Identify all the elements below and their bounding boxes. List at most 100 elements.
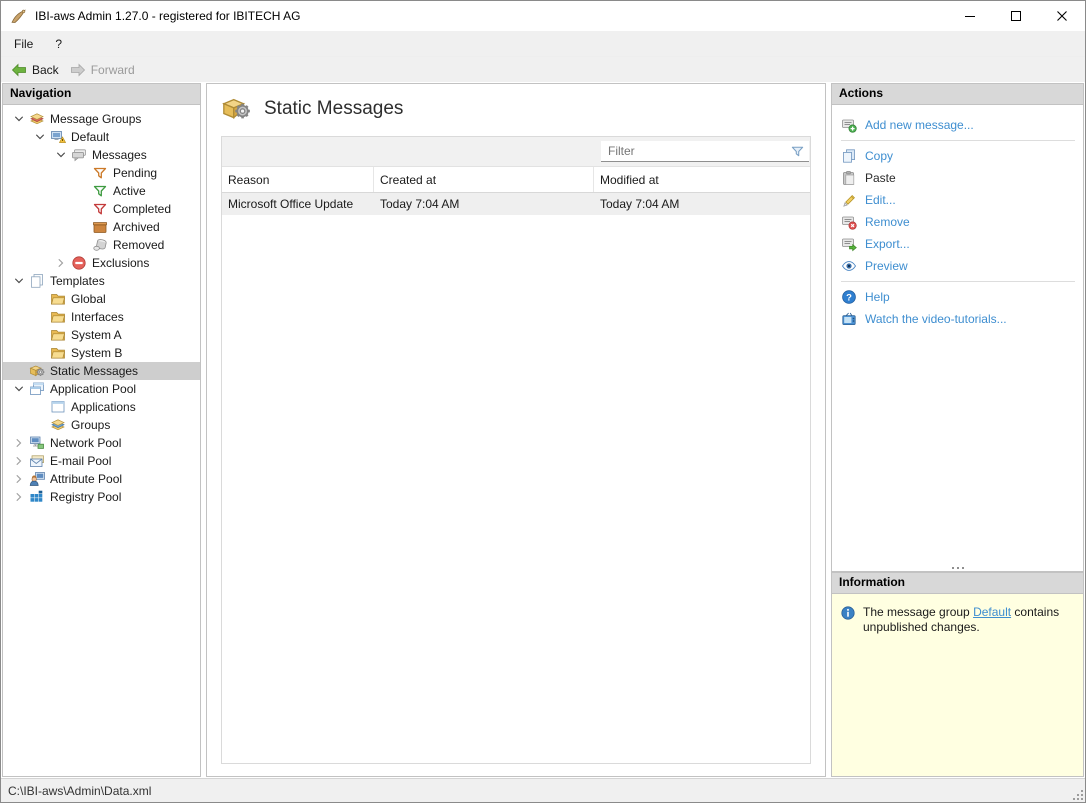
tree-item-global[interactable]: Global <box>3 290 200 308</box>
tree-item-label: Removed <box>113 238 164 252</box>
chevron-right-icon[interactable] <box>9 489 29 505</box>
tree-item-label: System A <box>71 328 122 342</box>
resize-grip[interactable] <box>1071 788 1085 802</box>
menu-help[interactable]: ? <box>46 34 71 54</box>
tree-item-label: Application Pool <box>50 382 136 396</box>
actions-panel-header: Actions <box>832 84 1083 105</box>
tree-item-message-groups[interactable]: Message Groups <box>3 110 200 128</box>
chevron-right-icon[interactable] <box>9 435 29 451</box>
tree-item-label: Attribute Pool <box>50 472 122 486</box>
tree-item-label: Message Groups <box>50 112 141 126</box>
panel-splitter-handle[interactable] <box>832 567 1083 569</box>
tree-item-active[interactable]: Active <box>3 182 200 200</box>
tree-item-completed[interactable]: Completed <box>3 200 200 218</box>
tree-item-label: Archived <box>113 220 160 234</box>
column-header-modified-at[interactable]: Modified at <box>594 167 810 192</box>
action-label: Paste <box>865 171 896 185</box>
action-help[interactable]: ? Help <box>841 286 1083 308</box>
column-header-reason[interactable]: Reason <box>222 167 374 192</box>
actions-separator <box>841 281 1075 282</box>
filter-funnel-icon[interactable] <box>790 144 805 159</box>
funnel-active-icon <box>92 183 108 199</box>
action-paste[interactable]: Paste <box>841 167 1083 189</box>
action-label: Help <box>865 290 890 304</box>
filter-input[interactable]: Filter <box>601 141 809 162</box>
column-header-created-at[interactable]: Created at <box>374 167 594 192</box>
tree-item-registry-pool[interactable]: Registry Pool <box>3 488 200 506</box>
archived-icon <box>92 219 108 235</box>
tree-item-label: Registry Pool <box>50 490 121 504</box>
paste-icon <box>841 170 857 186</box>
svg-text:?: ? <box>846 292 852 303</box>
tree-item-exclusions[interactable]: Exclusions <box>3 254 200 272</box>
app-window: IBI-aws Admin 1.27.0 - registered for IB… <box>0 0 1086 803</box>
tree-item-static-messages[interactable]: Static Messages <box>3 362 200 380</box>
tree-item-network-pool[interactable]: Network Pool <box>3 434 200 452</box>
default-group-link[interactable]: Default <box>973 605 1011 619</box>
preview-icon <box>841 258 857 274</box>
table-row[interactable]: Microsoft Office UpdateToday 7:04 AMToda… <box>222 193 810 215</box>
window-controls <box>947 1 1085 31</box>
menu-bar: File ? <box>1 31 1085 57</box>
tree-item-default[interactable]: Default <box>3 128 200 146</box>
tree-item-system-a[interactable]: System A <box>3 326 200 344</box>
action-edit[interactable]: Edit... <box>841 189 1083 211</box>
remove-icon <box>841 214 857 230</box>
tree-item-interfaces[interactable]: Interfaces <box>3 308 200 326</box>
title-bar: IBI-aws Admin 1.27.0 - registered for IB… <box>1 1 1085 31</box>
chevron-down-icon[interactable] <box>30 129 50 145</box>
information-panel-header: Information <box>832 573 1083 594</box>
chevron-right-icon[interactable] <box>51 255 71 271</box>
menu-file[interactable]: File <box>5 34 42 54</box>
tree-item-groups[interactable]: Groups <box>3 416 200 434</box>
exclusions-icon <box>71 255 87 271</box>
information-text: The message group Default contains unpub… <box>863 605 1075 635</box>
tree-item-application-pool[interactable]: Application Pool <box>3 380 200 398</box>
expander-spacer <box>30 417 50 433</box>
chevron-right-icon[interactable] <box>9 471 29 487</box>
action-preview[interactable]: Preview <box>841 255 1083 277</box>
action-remove[interactable]: Remove <box>841 211 1083 233</box>
tree-item-templates[interactable]: Templates <box>3 272 200 290</box>
folder-icon <box>50 327 66 343</box>
action-add-new-message[interactable]: Add new message... <box>841 114 1083 136</box>
chevron-down-icon[interactable] <box>9 381 29 397</box>
network-pool-icon <box>29 435 45 451</box>
app-logo-icon <box>10 8 27 25</box>
tree-item-system-b[interactable]: System B <box>3 344 200 362</box>
right-column: Actions Add new message... Copy Paste Edit.… <box>831 83 1084 777</box>
tree-item-label: Messages <box>92 148 147 162</box>
forward-arrow-icon <box>70 62 86 78</box>
action-watch-the-video-tutorials[interactable]: Watch the video-tutorials... <box>841 308 1083 330</box>
expander-spacer <box>72 183 92 199</box>
tree-item-e-mail-pool[interactable]: E-mail Pool <box>3 452 200 470</box>
tree-item-attribute-pool[interactable]: Attribute Pool <box>3 470 200 488</box>
removed-icon <box>92 237 108 253</box>
action-label: Add new message... <box>865 118 974 132</box>
copy-icon <box>841 148 857 164</box>
chevron-down-icon[interactable] <box>51 147 71 163</box>
back-button[interactable]: Back <box>7 60 66 80</box>
action-export[interactable]: Export... <box>841 233 1083 255</box>
application-pool-icon <box>29 381 45 397</box>
tree-item-messages[interactable]: Messages <box>3 146 200 164</box>
expander-spacer <box>72 219 92 235</box>
action-copy[interactable]: Copy <box>841 145 1083 167</box>
close-button[interactable] <box>1039 1 1085 31</box>
chevron-down-icon[interactable] <box>9 111 29 127</box>
expander-spacer <box>72 165 92 181</box>
chevron-right-icon[interactable] <box>9 453 29 469</box>
tree-item-archived[interactable]: Archived <box>3 218 200 236</box>
forward-button[interactable]: Forward <box>66 60 142 80</box>
tree-item-removed[interactable]: Removed <box>3 236 200 254</box>
action-label: Export... <box>865 237 910 251</box>
tree-item-pending[interactable]: Pending <box>3 164 200 182</box>
action-label: Edit... <box>865 193 896 207</box>
tree-item-applications[interactable]: Applications <box>3 398 200 416</box>
action-label: Remove <box>865 215 910 229</box>
action-label: Copy <box>865 149 893 163</box>
minimize-button[interactable] <box>947 1 993 31</box>
tree-item-label: Network Pool <box>50 436 121 450</box>
maximize-button[interactable] <box>993 1 1039 31</box>
chevron-down-icon[interactable] <box>9 273 29 289</box>
